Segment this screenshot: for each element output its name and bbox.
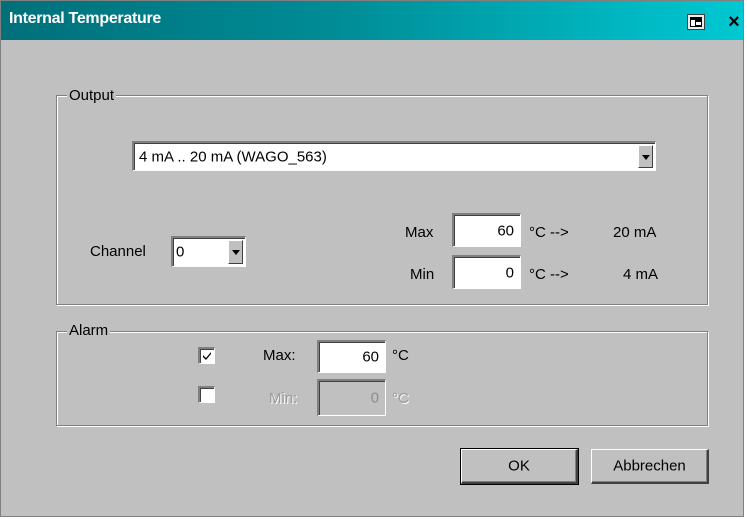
- output-min-input[interactable]: 0: [452, 255, 521, 289]
- window-title: Internal Temperature: [9, 10, 161, 27]
- output-type-select[interactable]: 4 mA .. 20 mA (WAGO_563): [132, 141, 656, 171]
- chevron-down-icon[interactable]: [228, 240, 243, 264]
- output-group: [56, 95, 708, 305]
- ok-label: OK: [508, 457, 530, 475]
- output-min-ma: 4 mA: [623, 266, 659, 283]
- alarm-legend: Alarm: [67, 322, 111, 339]
- dialog-window: Internal Temperature × Output 4 mA .. 20…: [0, 0, 744, 517]
- chevron-down-icon[interactable]: [638, 145, 653, 168]
- alarm-max-label: Max:: [263, 347, 296, 364]
- ok-button[interactable]: OK: [460, 448, 579, 485]
- close-button[interactable]: ×: [725, 11, 743, 33]
- output-min-unit: °C -->: [529, 266, 569, 283]
- channel-value: 0: [176, 243, 185, 261]
- channel-label: Channel: [90, 243, 146, 260]
- output-max-input[interactable]: 60: [452, 213, 521, 247]
- cancel-label: Abbrechen: [613, 457, 686, 475]
- close-icon: ×: [728, 11, 740, 33]
- output-min-label: Min: [410, 266, 435, 283]
- output-max-label: Max: [405, 224, 434, 241]
- alarm-min-label: Min:: [269, 390, 298, 407]
- output-max-ma: 20 mA: [613, 224, 657, 241]
- output-type-value: 4 mA .. 20 mA (WAGO_563): [139, 148, 327, 165]
- alarm-min-value: 0: [370, 389, 379, 407]
- alarm-max-checkbox[interactable]: [198, 347, 215, 364]
- alarm-min-input: 0: [317, 379, 386, 416]
- alarm-max-value: 60: [362, 348, 379, 366]
- alarm-min-unit: °C: [392, 390, 409, 407]
- output-max-value: 60: [497, 222, 514, 239]
- checkmark-icon: [203, 352, 211, 360]
- output-max-unit: °C -->: [529, 224, 569, 241]
- title-bar[interactable]: Internal Temperature ×: [1, 1, 743, 40]
- output-legend: Output: [67, 87, 117, 104]
- cancel-button[interactable]: Abbrechen: [591, 449, 709, 484]
- alarm-max-input[interactable]: 60: [317, 340, 386, 373]
- alarm-max-unit: °C: [392, 347, 409, 364]
- output-min-value: 0: [505, 264, 514, 281]
- alarm-min-checkbox[interactable]: [198, 386, 215, 403]
- restore-icon-inner: [695, 20, 702, 26]
- restore-button[interactable]: [687, 14, 705, 30]
- channel-select[interactable]: 0: [171, 236, 246, 267]
